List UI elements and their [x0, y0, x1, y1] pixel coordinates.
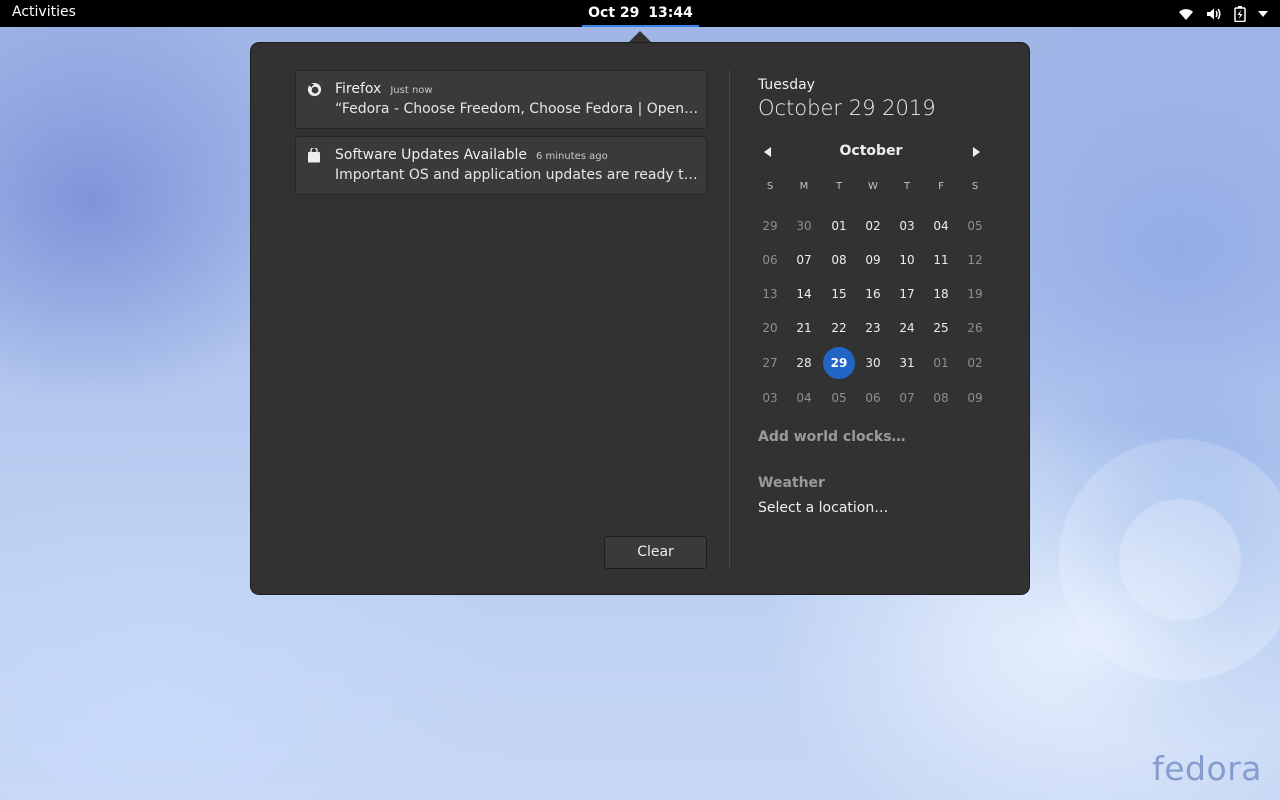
calendar-day[interactable]: 02: [959, 347, 991, 379]
notification-time: Just now: [390, 85, 433, 96]
calendar-day[interactable]: 05: [959, 210, 991, 242]
notification-body: “Fedora - Choose Freedom, Choose Fedora …: [335, 101, 699, 117]
calendar-day[interactable]: 09: [959, 382, 991, 414]
calendar-day[interactable]: 18: [925, 278, 957, 310]
calendar-day[interactable]: 13: [754, 278, 786, 310]
battery-icon: [1234, 5, 1246, 22]
calendar-day[interactable]: 22: [823, 312, 855, 344]
dropdown-arrow-icon: [1258, 10, 1268, 17]
calendar-day[interactable]: 01: [925, 347, 957, 379]
chevron-right-icon: [972, 147, 980, 157]
calendar-day[interactable]: 15: [823, 278, 855, 310]
calendar-day[interactable]: 05: [823, 382, 855, 414]
calendar-day[interactable]: 06: [754, 244, 786, 276]
calendar-day[interactable]: 04: [788, 382, 820, 414]
software-bag-icon: [306, 147, 322, 163]
current-weekday: Tuesday: [758, 77, 815, 93]
calendar-day[interactable]: 16: [857, 278, 889, 310]
calendar-day[interactable]: 17: [891, 278, 923, 310]
next-month-button[interactable]: [968, 144, 984, 160]
calendar-day[interactable]: 11: [925, 244, 957, 276]
calendar-day-today[interactable]: 29: [823, 347, 855, 379]
firefox-icon: [306, 81, 322, 97]
volume-icon: [1206, 7, 1222, 21]
calendar-day[interactable]: 30: [857, 347, 889, 379]
top-bar: Activities Oct 29 13:44: [0, 0, 1280, 27]
current-date[interactable]: October 29 2019: [758, 96, 936, 120]
calendar-day[interactable]: 27: [754, 347, 786, 379]
calendar-day[interactable]: 07: [788, 244, 820, 276]
calendar-day[interactable]: 30: [788, 210, 820, 242]
calendar-day[interactable]: 08: [823, 244, 855, 276]
calendar-day[interactable]: 08: [925, 382, 957, 414]
calendar-day[interactable]: 04: [925, 210, 957, 242]
weather-title: Weather: [758, 475, 825, 491]
calendar-day[interactable]: 01: [823, 210, 855, 242]
calendar-day[interactable]: 31: [891, 347, 923, 379]
clock-time: 13:44: [648, 5, 693, 21]
calendar-day-header: S: [766, 181, 774, 192]
calendar-day[interactable]: 03: [891, 210, 923, 242]
wifi-icon: [1178, 7, 1194, 21]
calendar-day[interactable]: 20: [754, 312, 786, 344]
calendar-day[interactable]: 10: [891, 244, 923, 276]
calendar-day[interactable]: 09: [857, 244, 889, 276]
calendar-day[interactable]: 29: [754, 210, 786, 242]
calendar-day[interactable]: 02: [857, 210, 889, 242]
calendar-day-header: T: [903, 181, 911, 192]
calendar-day[interactable]: 07: [891, 382, 923, 414]
chevron-left-icon: [763, 147, 771, 157]
calendar-day[interactable]: 03: [754, 382, 786, 414]
notification-software-updates[interactable]: Software Updates Available 6 minutes ago …: [295, 136, 707, 195]
notification-time: 6 minutes ago: [535, 151, 608, 162]
calendar-day[interactable]: 24: [891, 312, 923, 344]
calendar-day[interactable]: 26: [959, 312, 991, 344]
notification-app-name: Firefox: [335, 81, 382, 97]
system-status-area[interactable]: [1178, 0, 1268, 27]
fedora-wallpaper-logo: fedora: [1152, 749, 1262, 788]
calendar-day[interactable]: 14: [788, 278, 820, 310]
calendar-day-header: T: [835, 181, 843, 192]
calendar-day[interactable]: 23: [857, 312, 889, 344]
column-divider: [729, 70, 730, 568]
calendar-day[interactable]: 19: [959, 278, 991, 310]
weather-select-location[interactable]: Select a location…: [758, 500, 888, 516]
calendar-day[interactable]: 25: [925, 312, 957, 344]
calendar-day-header: W: [868, 181, 878, 192]
notification-firefox[interactable]: Firefox Just now “Fedora - Choose Freedom…: [295, 70, 707, 129]
calendar-day-header: M: [799, 181, 809, 192]
clear-notifications-button[interactable]: Clear: [604, 536, 707, 569]
calendar-day-header: F: [938, 181, 944, 192]
add-world-clocks-link[interactable]: Add world clocks…: [758, 429, 906, 445]
clock-date: Oct 29: [588, 5, 640, 21]
calendar-day[interactable]: 12: [959, 244, 991, 276]
calendar-day[interactable]: 28: [788, 347, 820, 379]
calendar-day[interactable]: 06: [857, 382, 889, 414]
previous-month-button[interactable]: [759, 144, 775, 160]
notification-app-name: Software Updates Available: [335, 147, 527, 163]
activities-button[interactable]: Activities: [12, 4, 76, 20]
clock-button[interactable]: Oct 29 13:44: [582, 0, 699, 27]
calendar-day[interactable]: 21: [788, 312, 820, 344]
calendar-day-header: S: [971, 181, 979, 192]
notification-body: Important OS and application updates are…: [335, 167, 699, 183]
calendar-month-label: October: [839, 143, 903, 159]
date-menu-popover: Firefox Just now “Fedora - Choose Freedom…: [250, 42, 1030, 595]
